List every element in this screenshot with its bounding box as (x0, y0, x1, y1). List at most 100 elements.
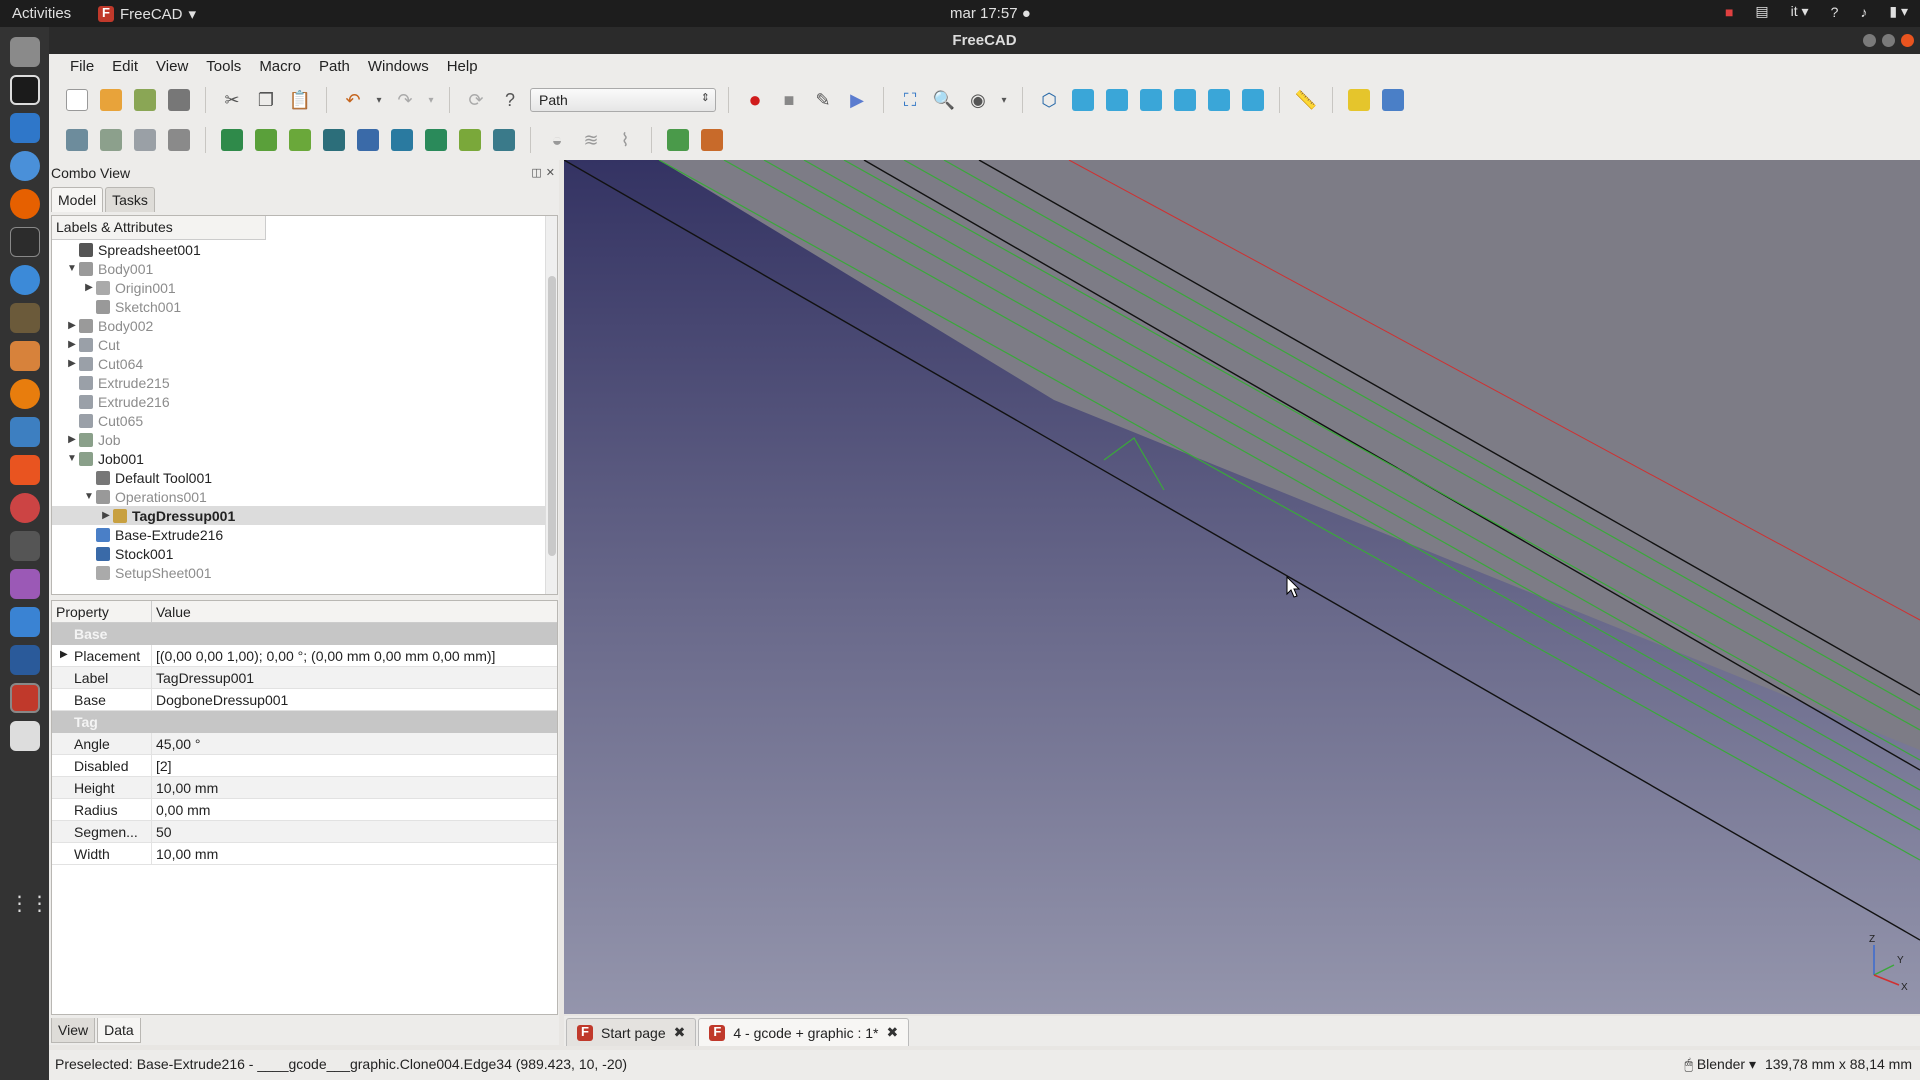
tree-scrollbar[interactable] (545, 216, 557, 594)
expanded-arrow-icon[interactable]: ▼ (65, 453, 79, 464)
job-icon[interactable] (63, 126, 91, 154)
new-document-icon[interactable] (63, 86, 91, 114)
tab-model[interactable]: Model (51, 187, 104, 212)
freecad-launcher-icon[interactable] (9, 683, 40, 713)
pocket-shape-icon[interactable] (286, 126, 314, 154)
tree-item[interactable]: ▶ Body002 (52, 316, 557, 335)
property-row[interactable]: Angle 45,00 ° (52, 733, 557, 755)
collapsed-arrow-icon[interactable]: ▶ (60, 649, 68, 660)
close-icon[interactable]: ✖ (674, 1024, 686, 1041)
gimp-icon[interactable] (9, 303, 40, 333)
right-view-icon[interactable] (1137, 86, 1165, 114)
paste-icon[interactable]: 📋 (286, 86, 314, 114)
simulator-icon[interactable] (165, 126, 193, 154)
mill-face-icon[interactable] (320, 126, 348, 154)
fit-all-icon[interactable]: ⛶ (896, 86, 924, 114)
camera-icon[interactable]: ■ (1725, 4, 1733, 20)
helix-icon[interactable] (354, 126, 382, 154)
tree-item[interactable]: Extrude216 (52, 392, 557, 411)
workbench-selector[interactable]: Path ⇕ (530, 88, 716, 112)
tree-item[interactable]: ▼ Body001 (52, 259, 557, 278)
property-row[interactable]: Disabled [2] (52, 755, 557, 777)
tree-header[interactable]: Labels & Attributes (52, 216, 266, 240)
tab-data[interactable]: Data (97, 1018, 141, 1043)
refresh-icon[interactable]: ⟳ (462, 86, 490, 114)
tree-item[interactable]: Spreadsheet001 (52, 240, 557, 259)
blender-icon[interactable] (9, 379, 40, 409)
battery-icon[interactable]: ▮ ▾ (1889, 3, 1908, 20)
collapsed-arrow-icon[interactable]: ▶ (65, 358, 79, 369)
left-view-icon[interactable] (1239, 86, 1267, 114)
expanded-arrow-icon[interactable]: ▼ (65, 263, 79, 274)
toolbit-dock-icon[interactable] (698, 126, 726, 154)
keyboard-layout[interactable]: it ▾ (1791, 3, 1809, 20)
tree-item[interactable]: ▼ Operations001 (52, 487, 557, 506)
terminal-icon[interactable] (9, 227, 40, 257)
property-row[interactable]: Width 10,00 mm (52, 843, 557, 865)
bottom-view-icon[interactable] (1205, 86, 1233, 114)
save-icon[interactable] (131, 86, 159, 114)
menu-tools[interactable]: Tools (197, 54, 250, 80)
menu-help[interactable]: Help (438, 54, 487, 80)
toolbit-library-icon[interactable] (664, 126, 692, 154)
tree-item[interactable]: ▶ TagDressup001 (52, 506, 557, 525)
record-macro-icon[interactable]: ● (741, 86, 769, 114)
property-value[interactable]: 45,00 ° (152, 733, 205, 754)
collapsed-arrow-icon[interactable]: ▶ (65, 339, 79, 350)
tab-view[interactable]: View (51, 1018, 96, 1043)
minimize-button[interactable] (1863, 34, 1876, 47)
value-column-header[interactable]: Value (152, 601, 195, 622)
maximize-button[interactable] (1882, 34, 1895, 47)
property-value[interactable]: TagDressup001 (152, 667, 258, 688)
property-value[interactable]: 50 (152, 821, 176, 842)
inspect-gcode-icon[interactable] (131, 126, 159, 154)
writer-icon[interactable] (9, 113, 40, 143)
property-value[interactable]: 0,00 mm (152, 799, 214, 820)
cut-icon[interactable]: ✂ (218, 86, 246, 114)
menu-edit[interactable]: Edit (103, 54, 147, 80)
doc-tab-start-page[interactable]: Start page ✖ (566, 1018, 697, 1046)
app-menu[interactable]: FreeCAD ▾ (98, 5, 196, 23)
collapsed-arrow-icon[interactable]: ▶ (65, 434, 79, 445)
clipboard-icon[interactable]: ▤ (1755, 3, 1768, 20)
chromium-icon[interactable] (9, 151, 40, 181)
drilling-icon[interactable] (422, 126, 450, 154)
property-value[interactable]: [2] (152, 755, 176, 776)
property-row[interactable]: Segmen... 50 (52, 821, 557, 843)
property-row[interactable]: Base DogboneDressup001 (52, 689, 557, 711)
stop-macro-icon[interactable]: ■ (775, 86, 803, 114)
collapsed-arrow-icon[interactable]: ▶ (82, 282, 96, 293)
help-icon[interactable]: ? (1831, 4, 1839, 20)
files-icon[interactable] (9, 37, 40, 67)
tree-scroll-thumb[interactable] (548, 276, 556, 556)
waterline-icon[interactable]: ≋ (577, 126, 605, 154)
tree-item[interactable]: ▶ Job (52, 430, 557, 449)
show-apps-icon[interactable]: ⋮⋮ (10, 891, 50, 921)
property-column-header[interactable]: Property (52, 601, 152, 622)
edit-macro-icon[interactable]: ✎ (809, 86, 837, 114)
expanded-arrow-icon[interactable]: ▼ (82, 491, 96, 502)
close-icon[interactable]: ✖ (887, 1024, 899, 1041)
collapsed-arrow-icon[interactable]: ▶ (99, 510, 113, 521)
menu-path[interactable]: Path (310, 54, 359, 80)
camera-app-icon[interactable] (9, 531, 40, 561)
property-value[interactable]: 10,00 mm (152, 843, 222, 864)
tree-item[interactable]: ▶ Cut (52, 335, 557, 354)
volume-icon[interactable]: ♪ (1860, 4, 1867, 20)
text-editor-icon[interactable] (9, 721, 40, 751)
measure-distance-icon[interactable]: 📏 (1292, 86, 1320, 114)
tree-item[interactable]: Base-Extrude216 (52, 525, 557, 544)
profile-faces-icon[interactable] (218, 126, 246, 154)
tree-item[interactable]: Stock001 (52, 544, 557, 563)
tree-item[interactable]: ▶ Origin001 (52, 278, 557, 297)
top-view-icon[interactable] (1103, 86, 1131, 114)
tree-item[interactable]: ▼ Job001 (52, 449, 557, 468)
create-part-icon[interactable] (1345, 86, 1373, 114)
rear-view-icon[interactable] (1171, 86, 1199, 114)
redo-dropdown-icon[interactable]: ▾ (425, 86, 437, 114)
undo-dropdown-icon[interactable]: ▾ (373, 86, 385, 114)
property-value[interactable]: DogboneDressup001 (152, 689, 292, 710)
tree-item[interactable]: SetupSheet001 (52, 563, 557, 582)
redo-icon[interactable]: ↷ (391, 86, 419, 114)
adaptive-icon[interactable] (388, 126, 416, 154)
